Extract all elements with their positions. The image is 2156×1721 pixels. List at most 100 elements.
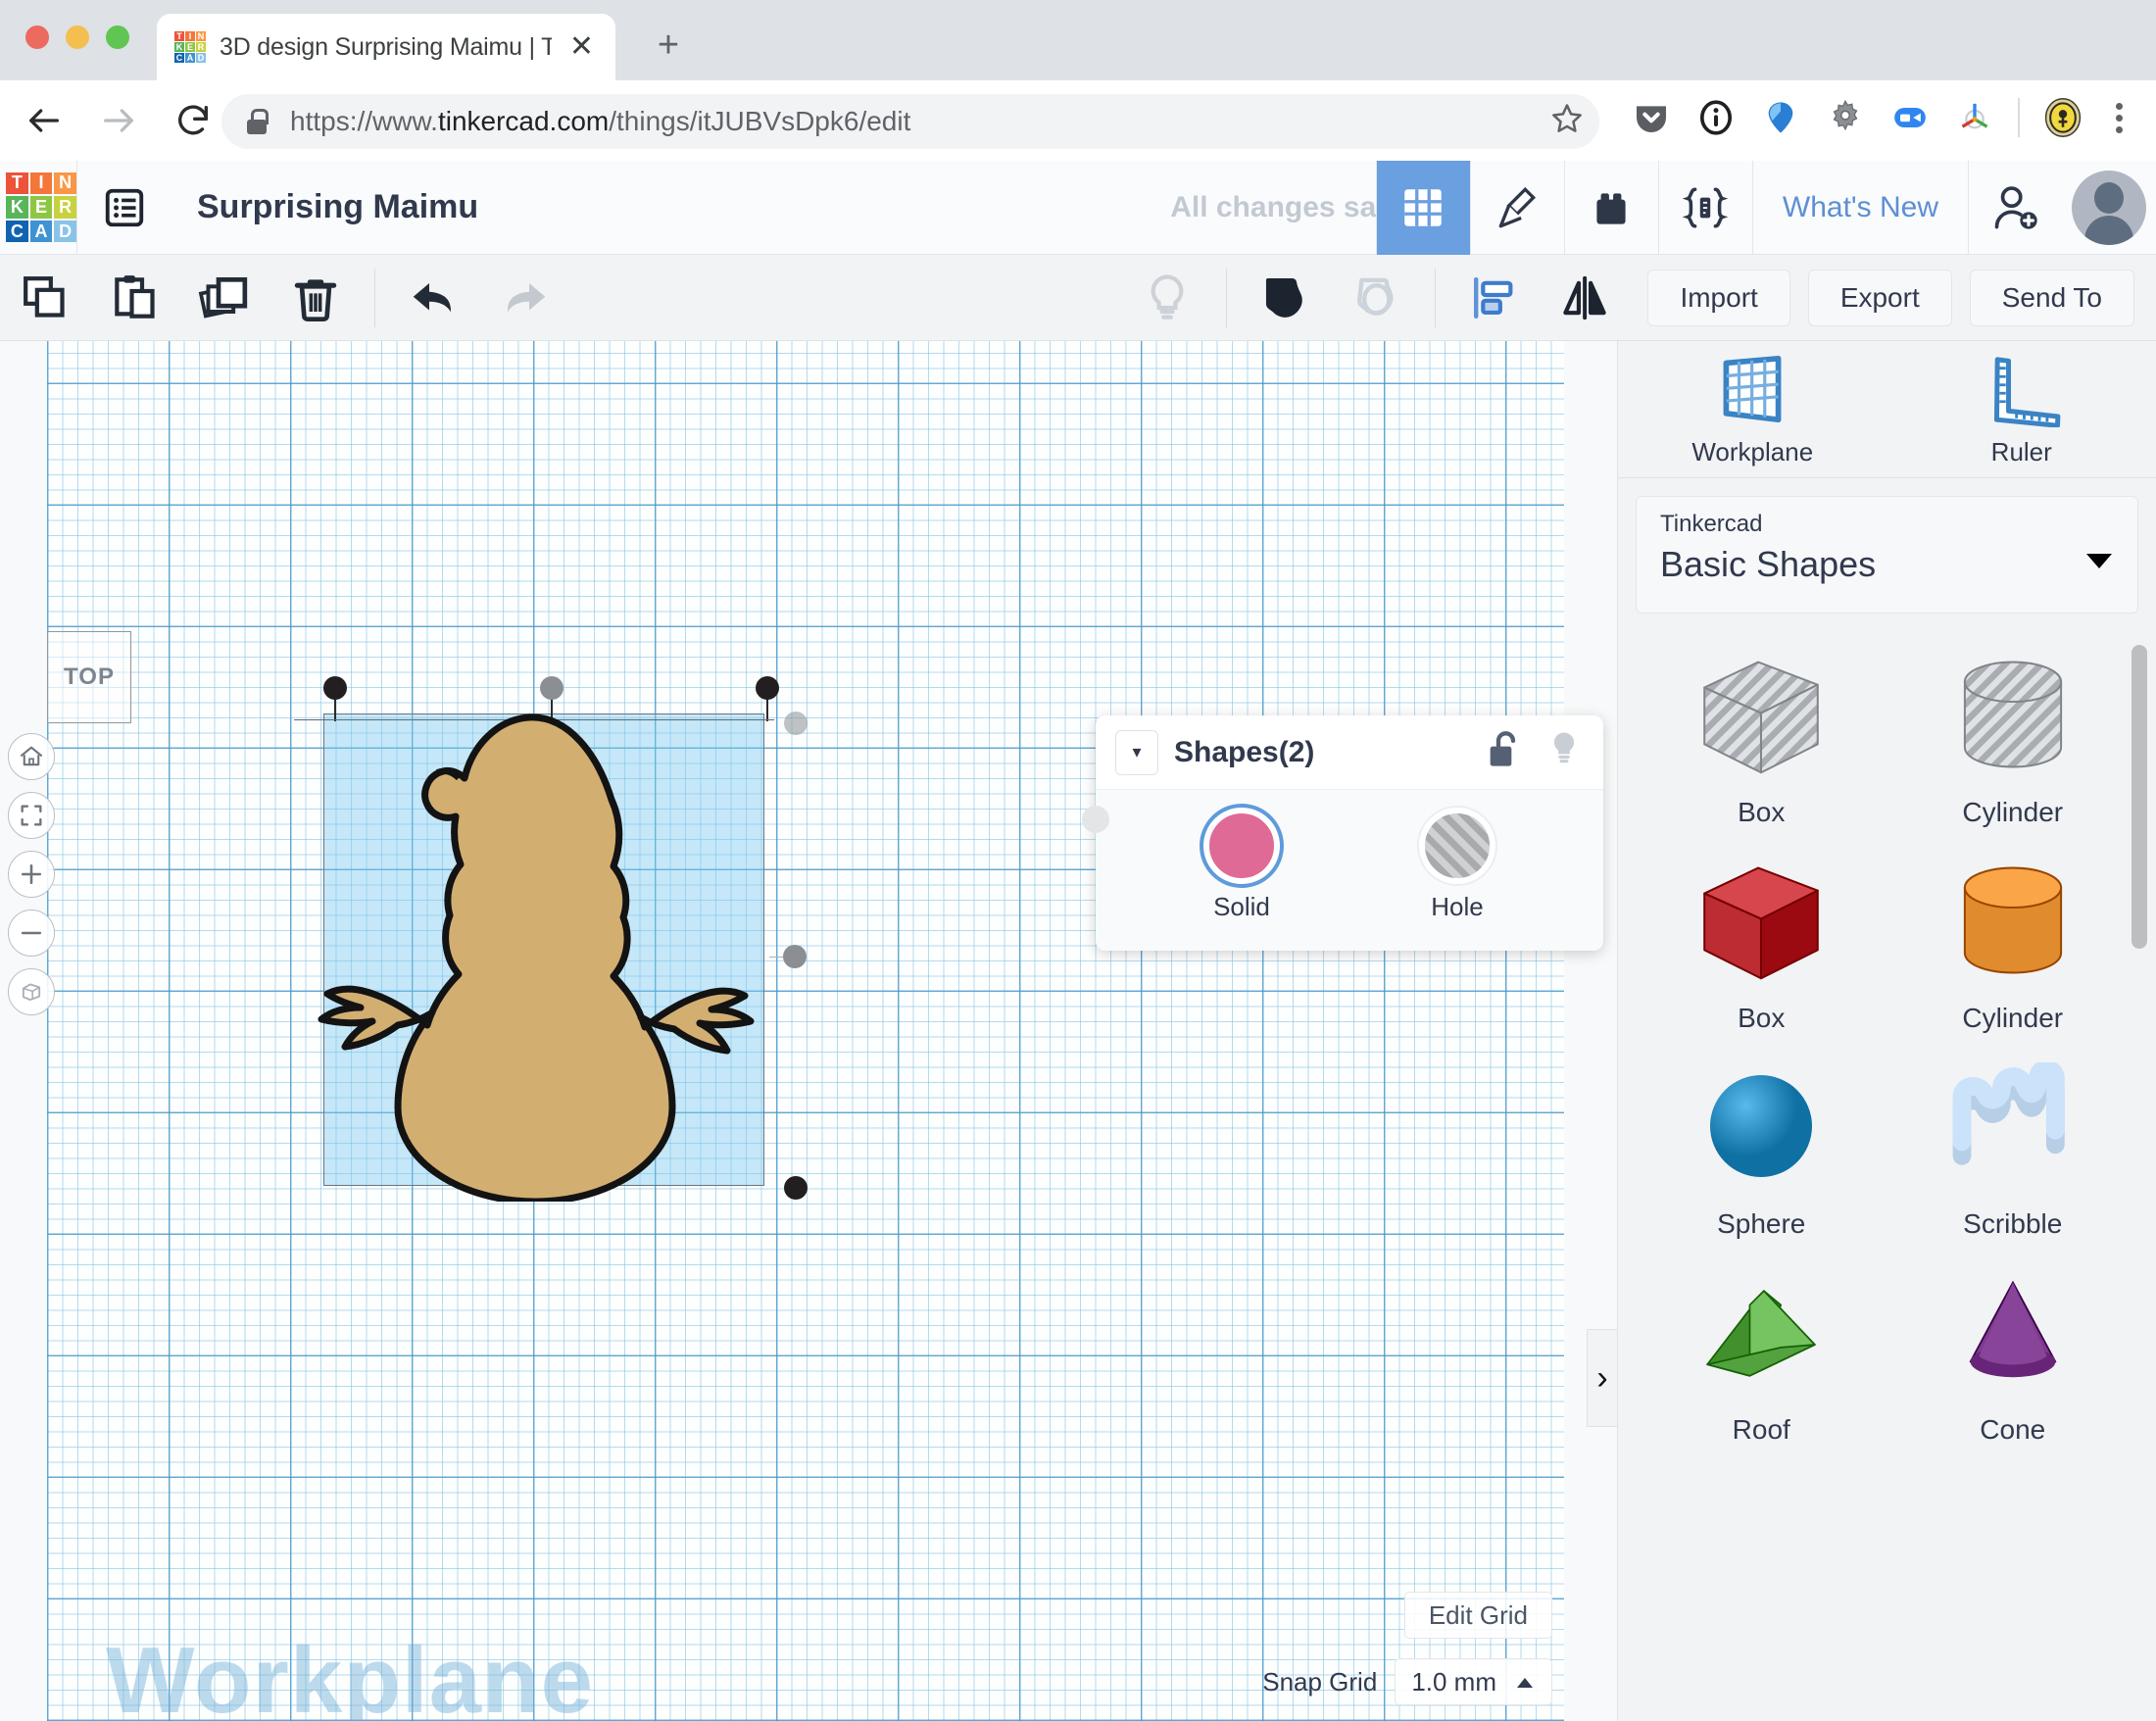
undo-arrow-icon[interactable] bbox=[389, 255, 479, 341]
cylinder-hole-shape[interactable]: Cylinder bbox=[1887, 641, 2139, 837]
ungroup-icon[interactable] bbox=[1331, 255, 1421, 341]
tinkercad-header: TINKERCAD Surprising Maimu All changes s… bbox=[0, 161, 2156, 255]
autodesk-icon[interactable] bbox=[1953, 96, 1996, 139]
minimize-window-button[interactable] bbox=[66, 25, 89, 49]
chevron-down-icon bbox=[2086, 554, 2112, 568]
tinkercad-app-window: TINKERCAD 3D design Surprising Maimu | T… bbox=[0, 0, 2156, 1721]
tinkercad-favicon: TINKERCAD bbox=[174, 31, 206, 63]
mode-bricks-button[interactable] bbox=[1564, 161, 1658, 255]
design-menu-icon[interactable] bbox=[77, 161, 172, 255]
invite-person-icon[interactable] bbox=[1968, 161, 2062, 255]
back-arrow-icon[interactable] bbox=[14, 90, 74, 151]
box-hole-shape[interactable]: Box bbox=[1636, 641, 1887, 837]
hole-option-label: Hole bbox=[1394, 892, 1521, 922]
corner-scale-handle[interactable] bbox=[323, 676, 347, 700]
gear-icon[interactable] bbox=[1824, 96, 1867, 139]
send-to-button[interactable]: Send To bbox=[1970, 270, 2134, 326]
mode-codeblocks-button[interactable] bbox=[1470, 161, 1564, 255]
logo-tile-t: T bbox=[174, 31, 184, 41]
corner-scale-handle[interactable] bbox=[756, 676, 779, 700]
logo-tile-t: T bbox=[6, 172, 28, 195]
logo-tile-c: C bbox=[6, 221, 28, 243]
reload-icon[interactable] bbox=[163, 90, 223, 151]
shape-library-scrollbar[interactable] bbox=[2132, 645, 2147, 949]
workplane-tool[interactable]: Workplane bbox=[1618, 341, 1887, 477]
import-button[interactable]: Import bbox=[1647, 270, 1789, 326]
maximize-window-button[interactable] bbox=[106, 25, 129, 49]
scribble-shape[interactable]: Scribble bbox=[1887, 1053, 2139, 1249]
copy-icon[interactable] bbox=[0, 255, 90, 341]
paste-icon[interactable] bbox=[90, 255, 180, 341]
cylinder-solid-shape-label: Cylinder bbox=[1962, 1003, 2063, 1034]
solid-option-label: Solid bbox=[1178, 892, 1305, 922]
workplane-tool-label: Workplane bbox=[1691, 437, 1813, 467]
edit-grid-button[interactable]: Edit Grid bbox=[1404, 1592, 1552, 1639]
duplicate-icon[interactable] bbox=[180, 255, 270, 341]
mode-code-button[interactable] bbox=[1658, 161, 1752, 255]
cylinder-solid-shape[interactable]: Cylinder bbox=[1887, 847, 2139, 1043]
export-button[interactable]: Export bbox=[1808, 270, 1952, 326]
logo-tile-e: E bbox=[30, 196, 53, 219]
design-title[interactable]: Surprising Maimu bbox=[197, 188, 478, 226]
camera-icon[interactable] bbox=[1888, 96, 1932, 139]
cone-shape-label: Cone bbox=[1980, 1414, 2045, 1446]
hole-option[interactable]: Hole bbox=[1394, 808, 1521, 922]
close-tab-button[interactable]: ✕ bbox=[565, 32, 598, 62]
snap-grid-select[interactable]: 1.0 mm bbox=[1395, 1658, 1552, 1705]
close-window-button[interactable] bbox=[25, 25, 49, 49]
toolbar-divider bbox=[2018, 98, 2020, 137]
lightbulb-icon[interactable] bbox=[1122, 255, 1212, 341]
lightbulb-icon[interactable] bbox=[1544, 728, 1584, 776]
corner-scale-handle[interactable] bbox=[784, 1176, 808, 1200]
height-handle[interactable] bbox=[784, 712, 808, 735]
workplane-canvas[interactable]: Workplane TOP bbox=[0, 341, 1617, 1721]
toolbar-divider bbox=[1226, 269, 1227, 327]
solid-color-swatch[interactable] bbox=[1203, 808, 1280, 884]
home-view-icon[interactable] bbox=[8, 733, 55, 780]
logo-tile-r: R bbox=[54, 196, 76, 219]
group-icon[interactable] bbox=[1241, 255, 1331, 341]
address-bar[interactable]: https://www.tinkercad.com/things/itJUBVs… bbox=[221, 94, 1599, 149]
box-solid-shape[interactable]: Box bbox=[1636, 847, 1887, 1043]
fit-to-view-icon[interactable] bbox=[8, 792, 55, 839]
whats-new-link[interactable]: What's New bbox=[1752, 161, 1968, 255]
browser-tab[interactable]: TINKERCAD 3D design Surprising Maimu | T… bbox=[157, 14, 615, 80]
workplane-grid[interactable]: Workplane bbox=[47, 341, 1564, 1721]
tinkercad-logo[interactable]: TINKERCAD bbox=[6, 172, 76, 243]
shapes-properties-popup[interactable]: ▾ Shapes(2) Solid Hol bbox=[1096, 715, 1603, 951]
redo-arrow-icon[interactable] bbox=[479, 255, 569, 341]
forward-arrow-icon[interactable] bbox=[88, 90, 149, 151]
pocket-icon[interactable] bbox=[1630, 96, 1673, 139]
vpn-icon[interactable] bbox=[1759, 96, 1802, 139]
logo-tile-n: N bbox=[54, 172, 76, 195]
ruler-tool[interactable]: Ruler bbox=[1887, 341, 2156, 477]
collapse-right-panel-button[interactable]: › bbox=[1587, 1329, 1617, 1427]
perspective-toggle-icon[interactable] bbox=[8, 968, 55, 1015]
align-icon[interactable] bbox=[1449, 255, 1540, 341]
info-icon[interactable] bbox=[1694, 96, 1738, 139]
sphere-shape[interactable]: Sphere bbox=[1636, 1053, 1887, 1249]
logo-tile-a: A bbox=[30, 221, 53, 243]
shape-library-select[interactable]: Tinkercad Basic Shapes bbox=[1636, 496, 2138, 614]
hole-color-swatch[interactable] bbox=[1419, 808, 1495, 884]
bookmark-star-icon[interactable] bbox=[1548, 100, 1586, 147]
avatar[interactable] bbox=[2062, 161, 2156, 255]
mirror-icon[interactable] bbox=[1540, 255, 1630, 341]
view-cube-top[interactable]: TOP bbox=[47, 631, 131, 723]
edge-scale-handle[interactable] bbox=[783, 945, 807, 968]
rotate-handle[interactable] bbox=[540, 676, 564, 700]
toolbar-divider bbox=[1435, 269, 1436, 327]
zoom-out-icon[interactable] bbox=[8, 910, 55, 957]
new-tab-button[interactable]: + bbox=[647, 25, 690, 69]
solid-option[interactable]: Solid bbox=[1178, 808, 1305, 922]
collapse-popup-button[interactable]: ▾ bbox=[1115, 730, 1158, 775]
zoom-in-icon[interactable] bbox=[8, 851, 55, 898]
mode-3d-design-button[interactable] bbox=[1376, 161, 1470, 255]
shield-badge-icon[interactable] bbox=[2041, 96, 2084, 139]
browser-menu-icon[interactable] bbox=[2106, 103, 2132, 133]
unlocked-padlock-icon[interactable] bbox=[1484, 728, 1523, 776]
snowman-shape[interactable] bbox=[312, 712, 782, 1202]
roof-shape[interactable]: Roof bbox=[1636, 1258, 1887, 1454]
delete-trash-icon[interactable] bbox=[270, 255, 361, 341]
cone-shape[interactable]: Cone bbox=[1887, 1258, 2139, 1454]
